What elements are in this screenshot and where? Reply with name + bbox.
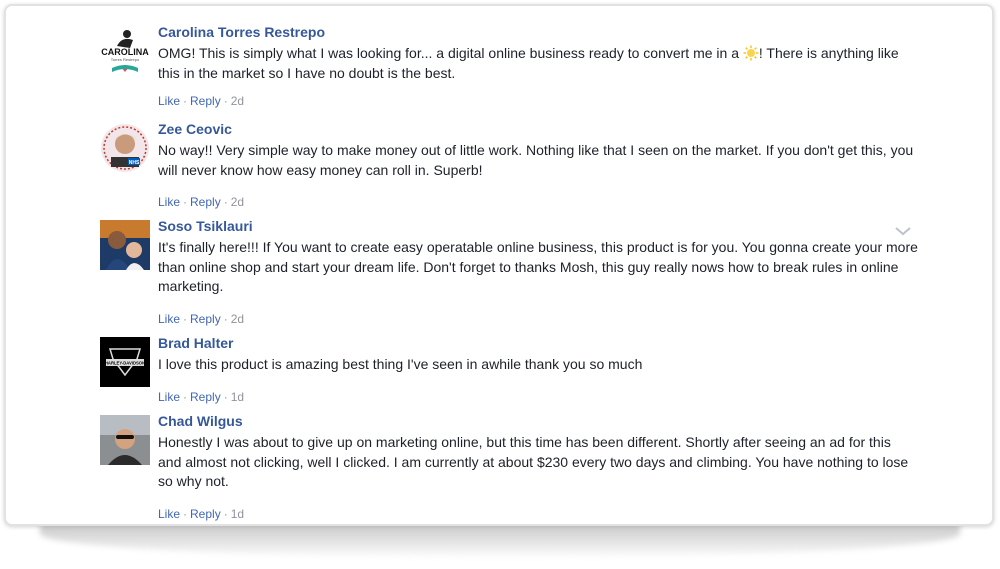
avatar[interactable]: NHS xyxy=(100,123,150,173)
separator: · xyxy=(183,312,188,326)
commenter-name[interactable]: Brad Halter xyxy=(158,335,233,351)
comment-actions: Like · Reply · 1d xyxy=(158,507,244,521)
like-link[interactable]: Like xyxy=(158,94,180,108)
separator: · xyxy=(223,195,228,209)
avatar[interactable] xyxy=(100,220,150,270)
reply-link[interactable]: Reply xyxy=(190,390,221,404)
like-link[interactable]: Like xyxy=(158,312,180,326)
comment-age[interactable]: 1d xyxy=(231,507,244,521)
separator: · xyxy=(183,390,188,404)
reply-link[interactable]: Reply xyxy=(190,312,221,326)
separator: · xyxy=(223,390,228,404)
comment-age[interactable]: 2d xyxy=(231,312,244,326)
avatar-logo-text: HARLEY-DAVIDSON xyxy=(105,361,145,366)
avatar-sub-text: Torres Restrepo xyxy=(111,57,140,62)
comment-actions: Like · Reply · 2d xyxy=(158,195,244,209)
comment-actions: Like · Reply · 2d xyxy=(158,94,244,108)
separator: · xyxy=(223,507,228,521)
avatar[interactable]: CAROLINA Torres Restrepo xyxy=(100,26,150,76)
comments-panel: CAROLINA Torres Restrepo Carolina Torres… xyxy=(4,4,994,526)
comment-text: I love this product is amazing best thin… xyxy=(158,356,643,372)
like-link[interactable]: Like xyxy=(158,195,180,209)
commenter-name[interactable]: Zee Ceovic xyxy=(158,121,232,137)
like-link[interactable]: Like xyxy=(158,390,180,404)
separator: · xyxy=(183,94,188,108)
chevron-down-icon[interactable] xyxy=(894,225,912,237)
commenter-name[interactable]: Carolina Torres Restrepo xyxy=(158,24,325,40)
separator: · xyxy=(183,507,188,521)
avatar[interactable] xyxy=(100,415,150,465)
separator: · xyxy=(183,195,188,209)
comment-text: Honestly I was about to give up on marke… xyxy=(158,434,909,489)
reply-link[interactable]: Reply xyxy=(190,195,221,209)
comment-age[interactable]: 2d xyxy=(231,94,244,108)
separator: · xyxy=(223,94,228,108)
avatar-badge-text: NHS xyxy=(129,160,140,166)
separator: · xyxy=(223,312,228,326)
comment-text: No way!! Very simple way to make money o… xyxy=(158,142,914,178)
reply-link[interactable]: Reply xyxy=(190,94,221,108)
like-link[interactable]: Like xyxy=(158,507,180,521)
comment-actions: Like · Reply · 2d xyxy=(158,312,244,326)
comment-actions: Like · Reply · 1d xyxy=(158,390,244,404)
comment-age[interactable]: 1d xyxy=(231,390,244,404)
reply-link[interactable]: Reply xyxy=(190,507,221,521)
comment-text: It's finally here!!! If You want to crea… xyxy=(158,239,918,294)
commenter-name[interactable]: Chad Wilgus xyxy=(158,413,243,429)
card-shadow xyxy=(40,524,960,558)
comment-age[interactable]: 2d xyxy=(231,195,244,209)
comment-text: OMG! This is simply what I was looking f… xyxy=(158,45,899,81)
avatar[interactable]: HARLEY-DAVIDSON xyxy=(100,337,150,387)
sun-emoji-icon xyxy=(743,45,759,61)
avatar-logo-text: CAROLINA xyxy=(101,47,149,57)
commenter-name[interactable]: Soso Tsiklauri xyxy=(158,218,253,234)
